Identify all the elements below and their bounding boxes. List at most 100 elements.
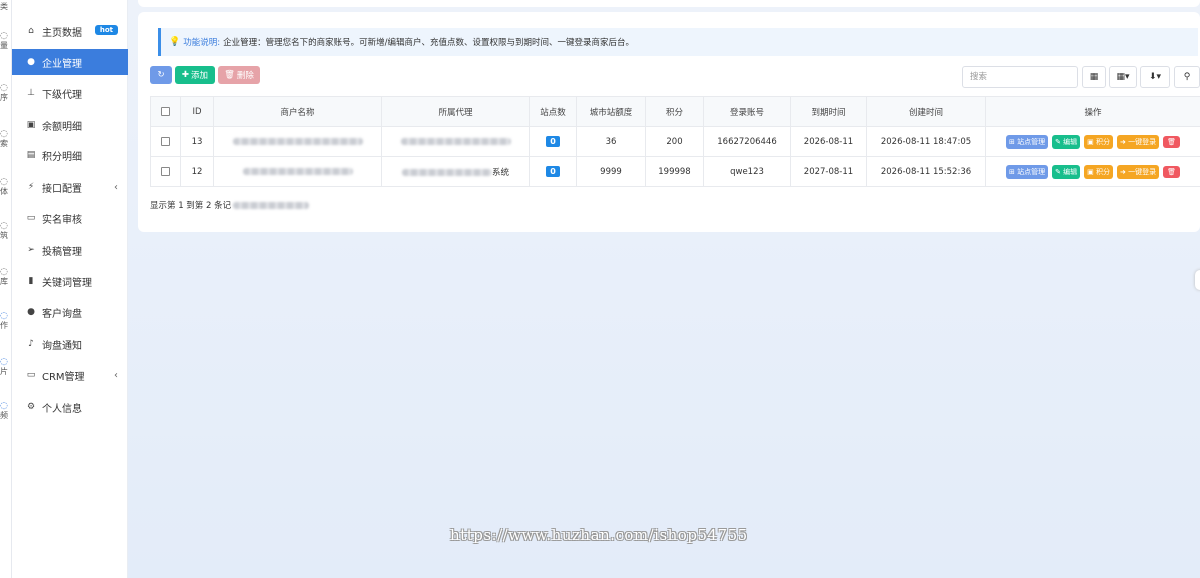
list-icon: ▤ — [26, 150, 36, 160]
strip-label: 序 — [0, 93, 8, 102]
sidebar: ⌂ 主页数据 hot ● 企业管理 ⊥ 下级代理 ▣ 余额明细 ▤ 积分明细 ⚡… — [12, 0, 128, 578]
merchant-name-cell — [213, 126, 382, 157]
column-header[interactable]: 站点数 — [529, 96, 577, 127]
one-click-login-button[interactable]: ➜ 一键登录 — [1117, 134, 1160, 149]
grid-icon: ▦▾ — [1116, 72, 1130, 82]
export-button[interactable]: ⬇▾ — [1140, 66, 1170, 88]
site-manage-button[interactable]: ⊞ 站点管理 — [1005, 134, 1049, 149]
row-delete-button[interactable]: 🗑 — [1163, 135, 1180, 148]
chevron-left-icon: ‹ — [114, 181, 118, 193]
edit-button[interactable]: ✎ 编辑 — [1052, 164, 1081, 179]
strip-icon: ◌ — [0, 129, 8, 139]
add-button[interactable]: ✚ 添加 — [175, 66, 215, 84]
table-icon: ▦ — [1089, 72, 1099, 82]
notice-title: 功能说明: — [183, 38, 221, 48]
points-label: 积分 — [1096, 167, 1111, 176]
points-button[interactable]: ▣ 积分 — [1084, 134, 1114, 149]
notice-callout: 💡 功能说明: 企业管理：管理您名下的商家账号。可新增/编辑商户、充值点数、设置… — [158, 28, 1198, 56]
sidebar-item-label: 主页数据 — [42, 27, 82, 39]
strip-item[interactable]: ◌ 体 — [0, 177, 11, 197]
plus-icon: ✚ — [181, 70, 190, 80]
strip-label: 量 — [0, 41, 8, 50]
sidebar-item-submissions[interactable]: ➢ 投稿管理 — [12, 237, 128, 263]
actions-cell: ⊞ 站点管理 ✎ 编辑 ▣ 积分 ➜ 一键登录 🗑 — [985, 126, 1200, 157]
row-checkbox[interactable] — [161, 166, 170, 176]
search-input[interactable] — [962, 66, 1078, 88]
select-all-cell[interactable] — [150, 96, 181, 127]
refresh-button[interactable]: ↻ — [150, 66, 172, 84]
one-click-login-button[interactable]: ➜ 一键登录 — [1117, 164, 1160, 179]
id-cell: 13 — [180, 126, 214, 157]
column-header[interactable]: 商户名称 — [213, 96, 382, 127]
lightbulb-icon: 💡 — [169, 37, 181, 47]
column-header[interactable]: ID — [180, 96, 214, 127]
edit-label: 编辑 — [1063, 167, 1078, 176]
sidebar-item-sub-agents[interactable]: ⊥ 下级代理 — [12, 80, 128, 106]
points-button[interactable]: ▣ 积分 — [1084, 164, 1114, 179]
site-manage-button[interactable]: ⊞ 站点管理 — [1005, 164, 1049, 179]
login-label: 一键登录 — [1128, 137, 1157, 146]
column-header[interactable]: 创建时间 — [866, 96, 986, 127]
row-checkbox[interactable] — [161, 136, 170, 146]
strip-item[interactable]: ◌ 片 — [0, 358, 11, 377]
strip-item[interactable]: ◌ 库 — [0, 268, 11, 287]
strip-item[interactable]: 类 — [0, 2, 11, 11]
toggle-view-button[interactable]: ▦ — [1082, 66, 1106, 88]
sidebar-item-inquiries[interactable]: ● 客户询盘 — [12, 299, 128, 325]
strip-item[interactable]: ◌ 索 — [0, 129, 11, 149]
redacted-text — [401, 168, 492, 176]
sidebar-item-balance[interactable]: ▣ 余额明细 — [12, 112, 128, 138]
sidebar-item-home-data[interactable]: ⌂ 主页数据 hot — [12, 18, 128, 44]
search-button[interactable]: ⚲ — [1174, 66, 1200, 88]
clipped-left-menu: 类 ◌ 量 ◌ 序 ◌ 索 ◌ 体 ◌ 筑 ◌ 库 ◌ 作 ◌ 片 ◌ 频 — [0, 0, 12, 578]
column-header[interactable]: 城市站额度 — [576, 96, 646, 127]
side-panel-handle[interactable] — [1195, 270, 1200, 290]
delete-label: 删除 — [236, 71, 254, 81]
table-row: 12 系统 0 9999 199998 qwe123 2027-08-11 20… — [150, 156, 1200, 187]
strip-icon: ◌ — [0, 177, 8, 187]
sidebar-item-profile[interactable]: ⚙ 个人信息 — [12, 394, 128, 420]
sidebar-item-inquiry-notify[interactable]: ♪ 询盘通知 — [12, 331, 128, 357]
column-header[interactable]: 登录账号 — [703, 96, 791, 127]
row-select-cell[interactable] — [150, 126, 181, 157]
column-header[interactable]: 到期时间 — [790, 96, 867, 127]
sidebar-item-real-name[interactable]: ▭ 实名审核 — [12, 205, 128, 231]
row-delete-button[interactable]: 🗑 — [1163, 165, 1180, 178]
delete-button[interactable]: 🗑 删除 — [218, 66, 260, 84]
sidebar-item-keywords[interactable]: ▮ 关键词管理 — [12, 268, 128, 294]
strip-label: 作 — [0, 321, 8, 330]
watermark: https://www.huzhan.com/ishop54755 — [450, 526, 748, 544]
site-manage-label: 站点管理 — [1017, 137, 1046, 146]
sidebar-item-label: 投稿管理 — [42, 246, 82, 258]
strip-label: 频 — [0, 411, 8, 420]
strip-item[interactable]: ◌ 量 — [0, 32, 11, 51]
column-header[interactable]: 所属代理 — [381, 96, 530, 127]
strip-item[interactable]: ◌ 筑 — [0, 222, 11, 241]
sidebar-item-api-config[interactable]: ⚡ 接口配置 ‹ — [12, 174, 128, 200]
columns-button[interactable]: ▦▾ — [1109, 66, 1137, 88]
sites-badge[interactable]: 0 — [546, 166, 560, 177]
strip-item[interactable]: ◌ 序 — [0, 84, 11, 103]
select-all-checkbox[interactable] — [161, 106, 170, 116]
merchants-table: ID 商户名称 所属代理 站点数 城市站额度 积分 登录账号 到期时间 创建时间… — [150, 96, 1200, 187]
strip-icon: ◌ — [0, 311, 8, 321]
sites-badge[interactable]: 0 — [546, 136, 560, 147]
edit-button[interactable]: ✎ 编辑 — [1052, 134, 1081, 149]
strip-item[interactable]: ◌ 作 — [0, 311, 11, 331]
strip-item[interactable]: ◌ 频 — [0, 402, 11, 421]
notice-text: 企业管理：管理您名下的商家账号。可新增/编辑商户、充值点数、设置权限与到期时间、… — [223, 38, 634, 48]
column-header[interactable]: 积分 — [645, 96, 704, 127]
sidebar-item-crm[interactable]: ▭ CRM管理 ‹ — [12, 362, 128, 388]
sidebar-item-label: 企业管理 — [42, 58, 82, 70]
hot-badge: hot — [94, 25, 118, 35]
redacted-text — [242, 167, 353, 175]
actions-cell: ⊞ 站点管理 ✎ 编辑 ▣ 积分 ➜ 一键登录 🗑 — [985, 156, 1200, 187]
refresh-icon: ↻ — [157, 70, 165, 80]
sidebar-item-label: 客户询盘 — [42, 308, 82, 320]
account-cell: 16627206446 — [703, 126, 791, 157]
sidebar-item-points[interactable]: ▤ 积分明细 — [12, 142, 128, 168]
sidebar-item-enterprise[interactable]: ● 企业管理 — [12, 49, 128, 75]
expire-cell: 2026-08-11 — [790, 126, 867, 157]
points-cell: 200 — [645, 126, 704, 157]
row-select-cell[interactable] — [150, 156, 181, 187]
